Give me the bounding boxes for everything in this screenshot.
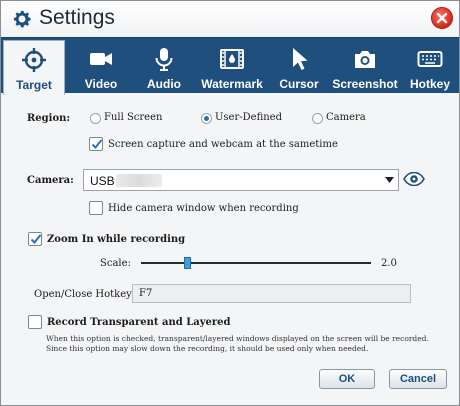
scale-label: Scale: <box>100 258 131 269</box>
window-title: Settings <box>39 6 115 29</box>
checkmark-icon <box>30 234 42 244</box>
hide-camera-checkbox[interactable] <box>89 201 103 215</box>
tab-cursor[interactable]: Cursor <box>271 38 327 94</box>
tab-video[interactable]: Video <box>73 38 129 94</box>
region-camera-radio[interactable] <box>312 113 323 124</box>
record-transparent-checkbox[interactable] <box>28 315 42 329</box>
tab-label: Watermark <box>201 77 263 91</box>
camera-select[interactable]: USB <box>83 169 399 191</box>
tab-audio[interactable]: Audio <box>135 38 193 94</box>
region-fullscreen-label: Full Screen <box>104 112 163 123</box>
eye-icon[interactable] <box>403 172 425 186</box>
microphone-icon <box>155 48 173 71</box>
tab-label: Cursor <box>279 77 319 91</box>
chevron-down-icon <box>385 177 394 183</box>
close-icon <box>436 12 448 24</box>
tab-label: Hotkey <box>409 77 450 91</box>
settings-window: Settings Target Video Audio Watermark Cu… <box>0 0 460 406</box>
tab-watermark[interactable]: Watermark <box>198 38 266 94</box>
keyboard-icon <box>417 51 443 67</box>
camera-name-redacted <box>116 174 162 187</box>
hotkey-value: F7 <box>139 288 153 299</box>
cancel-button[interactable]: Cancel <box>389 369 447 389</box>
video-camera-icon <box>90 53 112 65</box>
checkmark-icon <box>91 139 103 149</box>
scale-slider-thumb[interactable] <box>184 257 191 269</box>
camera-label: Camera: <box>27 175 74 186</box>
tab-bar: Target Video Audio Watermark Cursor Scre… <box>1 37 459 95</box>
title-bar: Settings <box>1 1 459 37</box>
region-userdefined-radio[interactable] <box>201 113 212 124</box>
tab-label: Target <box>16 78 52 92</box>
camera-select-value: USB <box>90 174 115 188</box>
hotkey-label: Open/Close Hotkey: <box>34 289 136 300</box>
region-fullscreen-radio[interactable] <box>90 113 101 124</box>
camera-icon <box>355 51 375 68</box>
tab-target[interactable]: Target <box>3 40 65 95</box>
region-label: Region: <box>27 113 71 124</box>
webcam-sametime-label: Screen capture and webcam at the sametim… <box>108 139 338 150</box>
ok-button[interactable]: OK <box>319 369 375 389</box>
tab-label: Audio <box>147 77 181 91</box>
zoom-in-label: Zoom In while recording <box>47 234 186 245</box>
record-transparent-description: When this option is checked, transparent… <box>46 334 429 353</box>
scale-slider[interactable] <box>141 262 371 264</box>
hotkey-input[interactable]: F7 <box>132 284 411 303</box>
tab-hotkey[interactable]: Hotkey <box>403 38 457 94</box>
cursor-arrow-icon <box>293 48 308 70</box>
target-settings-panel: Region: Full Screen User-Defined Camera … <box>1 93 459 405</box>
tab-label: Screenshot <box>332 77 398 91</box>
scale-value: 2.0 <box>381 258 397 269</box>
zoom-in-checkbox[interactable] <box>28 232 42 246</box>
tab-label: Video <box>84 77 118 91</box>
tab-screenshot[interactable]: Screenshot <box>331 38 399 94</box>
hide-camera-label: Hide camera window when recording <box>108 203 299 214</box>
crosshair-icon <box>22 48 46 72</box>
film-watermark-icon <box>220 49 244 69</box>
region-camera-label: Camera <box>326 112 366 123</box>
record-transparent-label: Record Transparent and Layered <box>47 317 231 328</box>
gear-icon <box>13 10 31 28</box>
region-userdefined-label: User-Defined <box>215 112 283 123</box>
webcam-sametime-checkbox[interactable] <box>89 137 103 151</box>
close-button[interactable] <box>431 7 453 29</box>
